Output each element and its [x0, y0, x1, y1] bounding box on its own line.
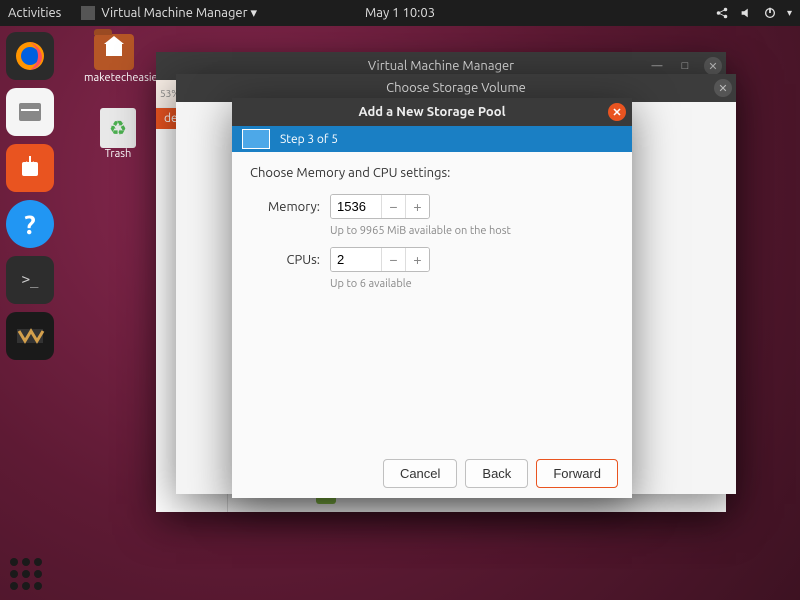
help-icon: ?	[24, 210, 35, 239]
back-button[interactable]: Back	[465, 459, 528, 488]
close-button[interactable]: ✕	[704, 57, 722, 75]
wizard-titlebar[interactable]: Add a New Storage Pool ✕	[232, 98, 632, 126]
maximize-button[interactable]: □	[676, 57, 694, 75]
app-menu[interactable]: Virtual Machine Manager ▾	[81, 6, 257, 21]
chevron-down-icon[interactable]: ▾	[787, 7, 792, 19]
wizard-footer: Cancel Back Forward	[232, 449, 632, 498]
cpus-minus-button[interactable]: −	[381, 248, 405, 271]
forward-button[interactable]: Forward	[536, 459, 618, 488]
minimize-button[interactable]: —	[648, 57, 666, 75]
cpus-input[interactable]	[331, 248, 381, 271]
vmm-title: Virtual Machine Manager	[368, 59, 514, 73]
cpus-label: CPUs:	[250, 253, 320, 267]
files-icon	[15, 97, 45, 127]
wizard-heading: Choose Memory and CPU settings:	[250, 166, 614, 180]
top-panel: Activities Virtual Machine Manager ▾ May…	[0, 0, 800, 26]
activities-button[interactable]: Activities	[8, 6, 61, 20]
trash-icon: ♻	[100, 108, 136, 148]
close-button[interactable]: ✕	[714, 79, 732, 97]
dock-vmm[interactable]	[6, 312, 54, 360]
cancel-button[interactable]: Cancel	[383, 459, 457, 488]
desktop-home-folder[interactable]: maketecheasier	[84, 34, 144, 84]
home-folder-label: maketecheasier	[84, 72, 162, 84]
app-menu-label: Virtual Machine Manager ▾	[101, 6, 257, 21]
desktop-trash[interactable]: ♻ Trash	[88, 108, 148, 160]
memory-spinner: − +	[330, 194, 430, 219]
memory-plus-button[interactable]: +	[405, 195, 429, 218]
terminal-icon: >_	[22, 272, 39, 288]
network-icon[interactable]	[715, 6, 729, 20]
trash-label: Trash	[105, 148, 132, 160]
show-applications[interactable]	[10, 558, 42, 590]
dock-terminal[interactable]: >_	[6, 256, 54, 304]
software-icon	[16, 154, 44, 182]
dock-files[interactable]	[6, 88, 54, 136]
wizard-title-text: Add a New Storage Pool	[358, 105, 505, 119]
vmm-dock-icon	[13, 319, 47, 353]
memory-minus-button[interactable]: −	[381, 195, 405, 218]
step-label: Step 3 of 5	[280, 133, 338, 146]
vmm-icon	[81, 6, 95, 20]
close-button[interactable]: ✕	[608, 103, 626, 121]
new-storage-pool-wizard: Add a New Storage Pool ✕ Step 3 of 5 Cho…	[232, 98, 632, 498]
volume-icon[interactable]	[739, 6, 753, 20]
csv-title: Choose Storage Volume	[386, 81, 526, 95]
power-icon[interactable]	[763, 6, 777, 20]
system-tray[interactable]: ▾	[715, 6, 792, 20]
cpus-hint: Up to 6 available	[330, 278, 614, 290]
memory-label: Memory:	[250, 200, 320, 214]
firefox-icon	[12, 38, 48, 74]
dock-software[interactable]	[6, 144, 54, 192]
memory-input[interactable]	[331, 195, 381, 218]
clock[interactable]: May 1 10:03	[365, 6, 435, 20]
wizard-step-banner: Step 3 of 5	[232, 126, 632, 152]
dock: ? >_	[0, 26, 60, 600]
dock-firefox[interactable]	[6, 32, 54, 80]
memory-hint: Up to 9965 MiB available on the host	[330, 225, 614, 237]
cpus-spinner: − +	[330, 247, 430, 272]
dock-help[interactable]: ?	[6, 200, 54, 248]
cpus-plus-button[interactable]: +	[405, 248, 429, 271]
monitor-icon	[242, 129, 270, 149]
